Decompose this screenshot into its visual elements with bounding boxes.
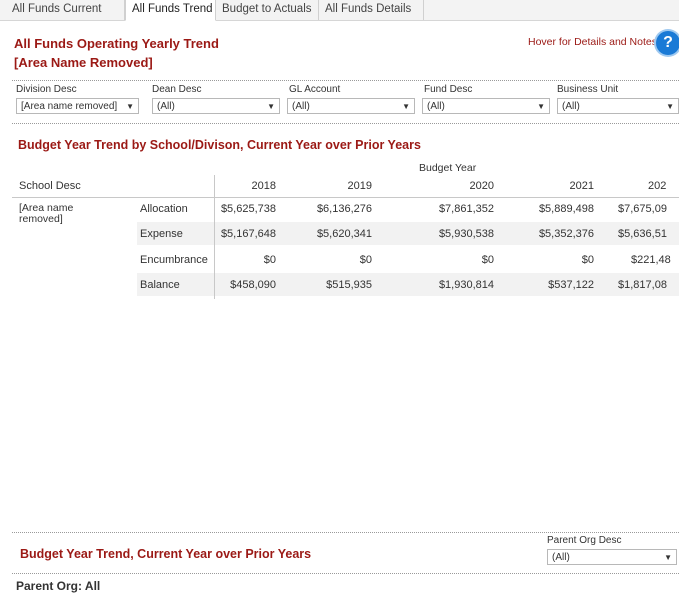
year-header: 2020	[469, 180, 494, 192]
filter-label: Business Unit	[557, 84, 619, 95]
table-cell: $515,935	[326, 279, 372, 291]
year-header: 202	[648, 180, 667, 192]
table-cell: $1,817,08	[618, 279, 667, 291]
fund-desc-select[interactable]: (All) ▼	[422, 98, 550, 114]
year-header: 2021	[569, 180, 594, 192]
bottom-section-title: Budget Year Trend, Current Year over Pri…	[20, 547, 312, 561]
table-cell: $221,48	[631, 254, 671, 266]
header-divider	[12, 197, 679, 198]
filter-bar: Division Desc [Area name removed] ▼ Dean …	[12, 80, 679, 124]
table-cell: $5,889,498	[538, 203, 594, 215]
tab-bar: All Funds Current All Funds Trend Budget…	[0, 0, 679, 21]
tab-all-funds-trend[interactable]: All Funds Trend	[125, 0, 216, 21]
dean-desc-select[interactable]: (All) ▼	[152, 98, 280, 114]
school-desc-cell: [Area name removed]	[19, 202, 74, 225]
table-cell: $5,167,648	[220, 228, 276, 240]
table-cell: $6,136,276	[316, 203, 372, 215]
page-subtitle: [Area Name Removed]	[14, 55, 153, 70]
column-group-header: Budget Year	[419, 162, 477, 174]
year-header: 2018	[251, 180, 276, 192]
hover-details-link[interactable]: Hover for Details and Notes	[528, 36, 657, 48]
division-desc-select[interactable]: [Area name removed] ▼	[16, 98, 139, 114]
table-cell: $1,930,814	[438, 279, 494, 291]
tab-label: All Funds Trend	[132, 3, 213, 15]
chevron-down-icon: ▼	[537, 102, 545, 111]
filter-label: GL Account	[289, 84, 341, 95]
table-cell: $5,636,51	[618, 228, 667, 240]
table-cell: $537,122	[548, 279, 594, 291]
table-cell: $7,675,09	[618, 203, 667, 215]
filter-label: Fund Desc	[424, 84, 473, 95]
chevron-down-icon: ▼	[402, 102, 410, 111]
table-cell: $5,620,341	[316, 228, 372, 240]
table-cell: $5,625,738	[220, 203, 276, 215]
filter-label: Parent Org Desc	[547, 535, 622, 546]
select-value: (All)	[292, 101, 310, 112]
business-unit-select[interactable]: (All) ▼	[557, 98, 679, 114]
chevron-down-icon: ▼	[666, 102, 674, 111]
chevron-down-icon: ▼	[664, 553, 672, 562]
page-title: All Funds Operating Yearly Trend	[14, 36, 219, 51]
select-value: [Area name removed]	[21, 101, 118, 112]
gl-account-select[interactable]: (All) ▼	[287, 98, 415, 114]
measure-label: Expense	[140, 228, 183, 240]
filter-label: Division Desc	[16, 84, 77, 95]
tab-all-funds-current[interactable]: All Funds Current	[0, 0, 125, 20]
table-cell: $0	[581, 254, 594, 266]
measure-label: Balance	[140, 279, 180, 291]
tab-all-funds-details[interactable]: All Funds Details	[319, 0, 424, 20]
parent-org-desc-select[interactable]: (All) ▼	[547, 549, 677, 565]
table-cell: $0	[359, 254, 372, 266]
tab-label: All Funds Details	[325, 3, 412, 15]
row-header-school-desc: School Desc	[19, 180, 81, 192]
tab-label: All Funds Current	[12, 3, 102, 15]
select-value: (All)	[157, 101, 175, 112]
tab-label: Budget to Actuals	[222, 3, 312, 15]
measure-label: Allocation	[140, 203, 188, 215]
filter-label: Dean Desc	[152, 84, 202, 95]
table-cell: $7,861,352	[438, 203, 494, 215]
table-title: Budget Year Trend by School/Divison, Cur…	[18, 138, 421, 152]
chevron-down-icon: ▼	[126, 102, 134, 111]
table-cell: $0	[481, 254, 494, 266]
select-value: (All)	[427, 101, 445, 112]
year-header: 2019	[347, 180, 372, 192]
bottom-section-bar: Budget Year Trend, Current Year over Pri…	[12, 532, 679, 574]
select-value: (All)	[552, 552, 570, 563]
table-cell: $0	[263, 254, 276, 266]
table-cell: $458,090	[230, 279, 276, 291]
select-value: (All)	[562, 101, 580, 112]
table-cell: $5,352,376	[538, 228, 594, 240]
tab-budget-to-actuals[interactable]: Budget to Actuals	[216, 0, 319, 20]
table-cell: $5,930,538	[438, 228, 494, 240]
chevron-down-icon: ▼	[267, 102, 275, 111]
parent-org-heading: Parent Org: All	[16, 579, 101, 593]
help-circle-icon[interactable]: ?	[656, 31, 679, 55]
